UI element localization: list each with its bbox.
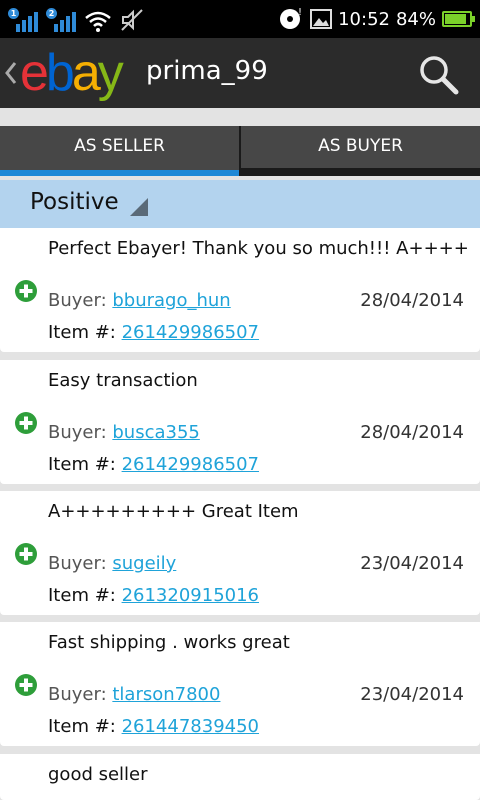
logo-letter-e: e	[20, 44, 49, 102]
clock-text: 10:52	[338, 8, 390, 30]
status-left: 1 2	[8, 6, 144, 32]
item-line: Item #: 261447839450	[48, 716, 259, 737]
buyer-link[interactable]: busca355	[112, 422, 200, 443]
feedback-comment: good seller	[48, 764, 148, 785]
item-line: Item #: 261320915016	[48, 585, 259, 606]
status-bar: 1 2 ! 10:52 84%	[0, 0, 480, 38]
positive-plus-icon	[15, 280, 37, 302]
svg-text:!: !	[298, 7, 302, 18]
buyer-link[interactable]: sugeily	[112, 553, 176, 574]
page-title: prima_99	[146, 56, 268, 86]
feedback-item[interactable]: Perfect Ebayer! Thank you so much!!! A++…	[0, 228, 480, 352]
status-right: ! 10:52 84%	[278, 5, 475, 33]
buyer-line: Buyer: bburago_hun	[48, 290, 231, 311]
tab-as-buyer[interactable]: AS BUYER	[241, 126, 480, 168]
tab-bar: AS SELLER AS BUYER	[0, 126, 480, 176]
feedback-item[interactable]: good seller	[0, 754, 480, 800]
positive-plus-icon	[15, 543, 37, 565]
item-line: Item #: 261429986507	[48, 322, 259, 343]
search-icon[interactable]	[416, 52, 460, 96]
item-label: Item #:	[48, 716, 122, 737]
ebay-logo[interactable]: ebay	[20, 44, 124, 102]
tab-as-seller[interactable]: AS SELLER	[0, 126, 239, 176]
rating-filter-spinner[interactable]: Positive	[0, 180, 480, 228]
item-line: Item #: 261429986507	[48, 454, 259, 475]
logo-letter-a: a	[71, 44, 101, 102]
battery-icon	[442, 11, 475, 27]
rating-filter-value: Positive	[30, 189, 119, 215]
feedback-item[interactable]: Fast shipping . works great Buyer: tlars…	[0, 622, 480, 746]
battery-percent: 84%	[395, 8, 436, 30]
item-link[interactable]: 261320915016	[122, 585, 259, 606]
feedback-item[interactable]: Easy transaction Buyer: busca355 28/04/2…	[0, 360, 480, 484]
image-icon	[310, 9, 333, 29]
alarm-icon: !	[280, 7, 302, 29]
mute-icon	[121, 9, 143, 31]
back-chevron-icon[interactable]	[4, 60, 18, 86]
buyer-label: Buyer:	[48, 553, 113, 574]
buyer-link[interactable]: bburago_hun	[112, 290, 230, 311]
sim1-signal-icon: 1	[8, 8, 38, 32]
item-link[interactable]: 261429986507	[122, 454, 259, 475]
buyer-link[interactable]: tlarson7800	[112, 684, 220, 705]
sim2-signal-icon: 2	[46, 8, 76, 32]
buyer-line: Buyer: tlarson7800	[48, 684, 220, 705]
feedback-comment: A+++++++++ Great Item	[48, 501, 299, 522]
positive-plus-icon	[15, 412, 37, 434]
feedback-comment: Easy transaction	[48, 370, 198, 391]
item-label: Item #:	[48, 322, 122, 343]
app-bar: ebay prima_99	[0, 38, 480, 108]
buyer-label: Buyer:	[48, 422, 113, 443]
buyer-line: Buyer: busca355	[48, 422, 200, 443]
feedback-comment: Perfect Ebayer! Thank you so much!!! A++…	[48, 238, 469, 259]
feedback-item[interactable]: A+++++++++ Great Item Buyer: sugeily 23/…	[0, 491, 480, 615]
wifi-icon	[85, 11, 111, 32]
buyer-line: Buyer: sugeily	[48, 553, 176, 574]
feedback-date: 28/04/2014	[360, 422, 464, 443]
feedback-date: 23/04/2014	[360, 684, 464, 705]
item-link[interactable]: 261447839450	[122, 716, 259, 737]
logo-letter-b: b	[45, 44, 75, 102]
feedback-date: 28/04/2014	[360, 290, 464, 311]
dropdown-corner-icon	[130, 198, 148, 216]
item-label: Item #:	[48, 585, 122, 606]
buyer-label: Buyer:	[48, 290, 113, 311]
feedback-date: 23/04/2014	[360, 553, 464, 574]
logo-letter-y: y	[97, 44, 124, 102]
buyer-label: Buyer:	[48, 684, 113, 705]
item-label: Item #:	[48, 454, 122, 475]
positive-plus-icon	[15, 674, 37, 696]
feedback-comment: Fast shipping . works great	[48, 632, 290, 653]
item-link[interactable]: 261429986507	[122, 322, 259, 343]
